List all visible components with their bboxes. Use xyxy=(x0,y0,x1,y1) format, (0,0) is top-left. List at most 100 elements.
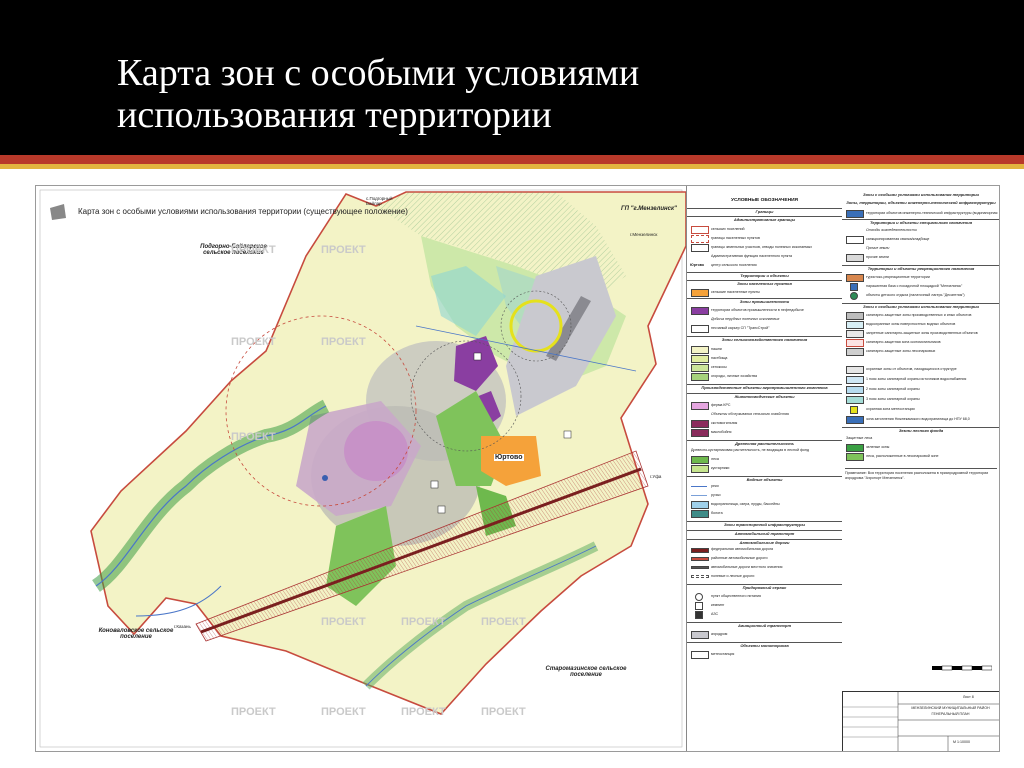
legend-section: Зоны транспортной инфраструктуры xyxy=(687,521,842,527)
legend-section: Автомобильные дороги xyxy=(687,539,842,545)
label-to-ufa: г.Уфа xyxy=(650,474,662,479)
label-to-podgorny: с.Подгорный Байлар xyxy=(366,196,393,206)
legend-item: границы земельных участков, отводы полез… xyxy=(711,245,812,249)
legend-section: Автомобильный транспорт xyxy=(687,530,842,536)
stamp: ПРОЕКТ xyxy=(321,244,366,256)
legend-item: сельских поселений xyxy=(711,227,745,231)
accent-bar-red xyxy=(0,155,1024,164)
legend-item: санитарно-защитные зоны лесопарковых xyxy=(866,349,936,353)
stamp: ПРОЕКТ xyxy=(231,431,276,443)
legend-section: Авиационный транспорт xyxy=(687,622,842,628)
legend-item: Отходы жизнедеятельности xyxy=(866,228,917,232)
slide-title-line1: Карта зон с особыми условиями xyxy=(117,52,640,94)
legend-item: 2 пояс зоны санитарной охраны xyxy=(866,387,920,391)
stamp: ПРОЕКТ xyxy=(231,706,276,718)
legend-item: Прочие земли xyxy=(866,246,890,250)
legend-item: маслобойня xyxy=(711,430,732,434)
legend-item: леса xyxy=(711,457,719,461)
legend-section: Территории и объекты xyxy=(687,272,842,278)
legend-item: районные автомобильные дороги xyxy=(711,556,768,560)
legend-item: санкционированная свалка/кладбище xyxy=(866,237,930,241)
label-village-yurtovo: Юртово xyxy=(494,454,524,461)
stamp: ПРОЕКТ xyxy=(321,616,366,628)
stamp: ПРОЕКТ xyxy=(481,616,526,628)
legend-section: Животноводческие объекты xyxy=(687,393,842,399)
label-neighbor-sw: Коноваловское сельское поселение xyxy=(98,628,174,640)
legend-item: запретные санитарно-защитные зоны произв… xyxy=(866,331,978,335)
legend-section: Производственные объекты агропромышленно… xyxy=(687,384,842,390)
legend-section: Зоны с особыми условиями использования т… xyxy=(863,192,979,197)
legend-item: зеленые зоны xyxy=(866,445,890,449)
legend-item: ферма КРС xyxy=(711,403,731,407)
title-block: Лист 8 МЕНЗЕЛИНСКИЙ МУНИЦИПАЛЬНЫЙ РАЙОН … xyxy=(842,691,999,751)
legend-section: Административные границы xyxy=(687,216,842,222)
legend-section: Объекты мониторинга xyxy=(687,642,842,648)
stamp: ПРОЕКТ xyxy=(321,336,366,348)
legend-item: кустарники xyxy=(711,466,730,470)
stamp: ПРОЕКТ xyxy=(481,706,526,718)
legend-center-code: Юртово xyxy=(690,263,705,267)
legend-item: Защитные леса xyxy=(846,436,873,440)
map-title: Карта зон с особыми условиями использова… xyxy=(78,207,408,216)
legend-item: автомобильные дороги местного значения xyxy=(711,565,783,569)
legend-item: санитарно-защитные зоны производственных… xyxy=(866,313,972,317)
map-area[interactable]: Карта зон с особыми условиями использова… xyxy=(36,186,687,751)
legend-item: границы населенных пунктов xyxy=(711,236,760,240)
slide-title-line2: использования территории xyxy=(117,94,552,136)
legend-section: Придорожный сервис xyxy=(687,584,842,590)
stamp: ПРОЕКТ xyxy=(231,336,276,348)
legend-item: территории объектов инженерно-техническо… xyxy=(866,211,998,215)
legend-item: санитарно-защитная зона скотомогильников xyxy=(866,340,941,344)
legend-item: сельские населенные пункты xyxy=(711,290,760,294)
legend-item: леса, расположенные в лесопарковой зоне xyxy=(866,454,939,458)
stamp: ПРОЕКТ xyxy=(321,706,366,718)
legend-item: зона затопления Нижнекамского водохранил… xyxy=(866,417,970,421)
map-legend: УСЛОВНЫЕ ОБОЗНАЧЕНИЯ Границы Администрат… xyxy=(686,186,999,751)
legend-item: аэродром xyxy=(711,632,728,636)
stamp: ПРОЕКТ xyxy=(401,706,446,718)
stamp: ПРОЕКТ xyxy=(401,616,446,628)
legend-item: центр сельского поселения xyxy=(711,263,757,267)
legend-item: федеральная автомобильная дорога xyxy=(711,547,774,551)
label-neighbor-se: Старомазинское сельское поселение xyxy=(545,666,627,678)
legend-section: Зоны населенных пунктов xyxy=(687,280,842,286)
legend-section: Зоны, территории, объекты инженерно-техн… xyxy=(846,200,996,205)
legend-item: сенокосы xyxy=(711,365,727,369)
legend-item: охранная зона метеостанции xyxy=(866,407,915,411)
legend-item: пастбища xyxy=(711,356,728,360)
stamp: ПРОЕКТ xyxy=(231,244,276,256)
legend-item: реки xyxy=(711,484,719,488)
label-town-ne: ГП "г.Мензелинск" xyxy=(621,206,677,212)
legend-item: болота xyxy=(711,511,723,515)
legend-item: песчаный карьер СП "ТрансСтрой" xyxy=(711,326,770,330)
legend-section: Зоны сельскохозяйственного назначения xyxy=(687,336,842,342)
slide-header: Карта зон с особыми условиями использова… xyxy=(0,0,1024,155)
label-to-menzelinsk: г.Мензелинск xyxy=(630,232,658,237)
legend-item: прочие земли xyxy=(866,255,889,259)
label-to-kazan: г.Казань xyxy=(174,624,191,629)
legend-item: Древесно-кустарниковая растительность, н… xyxy=(691,448,809,452)
legend-item: пашни xyxy=(711,347,722,351)
legend-item: огороды, личные хозяйства xyxy=(711,374,757,378)
legend-item: туристско-рекреационные территории xyxy=(866,275,930,279)
titleblock-grid xyxy=(843,692,999,751)
legend-item: пункт общественного питания xyxy=(711,594,761,598)
legend-section: Земли лесного фонда xyxy=(842,427,999,433)
legend-item: Административная функция населенного пун… xyxy=(711,254,792,258)
legend-section: Древесная растительность xyxy=(687,440,842,446)
accent-bar-gold xyxy=(0,164,1024,169)
legend-section: Водные объекты xyxy=(687,476,842,482)
legend-title: УСЛОВНЫЕ ОБОЗНАЧЕНИЯ xyxy=(731,198,798,203)
legend-item: Объекты обслуживания сельского хозяйства xyxy=(711,412,789,416)
legend-item: 3 пояс зоны санитарной охраны xyxy=(866,397,920,401)
legend-item: полевые и лесные дороги xyxy=(711,574,755,578)
legend-item: 1 пояс зоны санитарной охраны источников… xyxy=(866,377,967,381)
legend-section: Границы xyxy=(687,208,842,214)
scale-bar xyxy=(932,665,992,671)
legend-item: водоохранные зоны поверхностных водных о… xyxy=(866,322,956,326)
legend-item: объекты детского отдыха (палаточный лаге… xyxy=(866,293,965,297)
legend-section: Территории и объекты рекреационного назн… xyxy=(842,265,999,271)
legend-section: Территории и объекты специального назнач… xyxy=(842,219,999,225)
slide-title: Карта зон с особыми условиями использова… xyxy=(117,52,837,136)
legend-section: Зоны промышленности xyxy=(687,298,842,304)
